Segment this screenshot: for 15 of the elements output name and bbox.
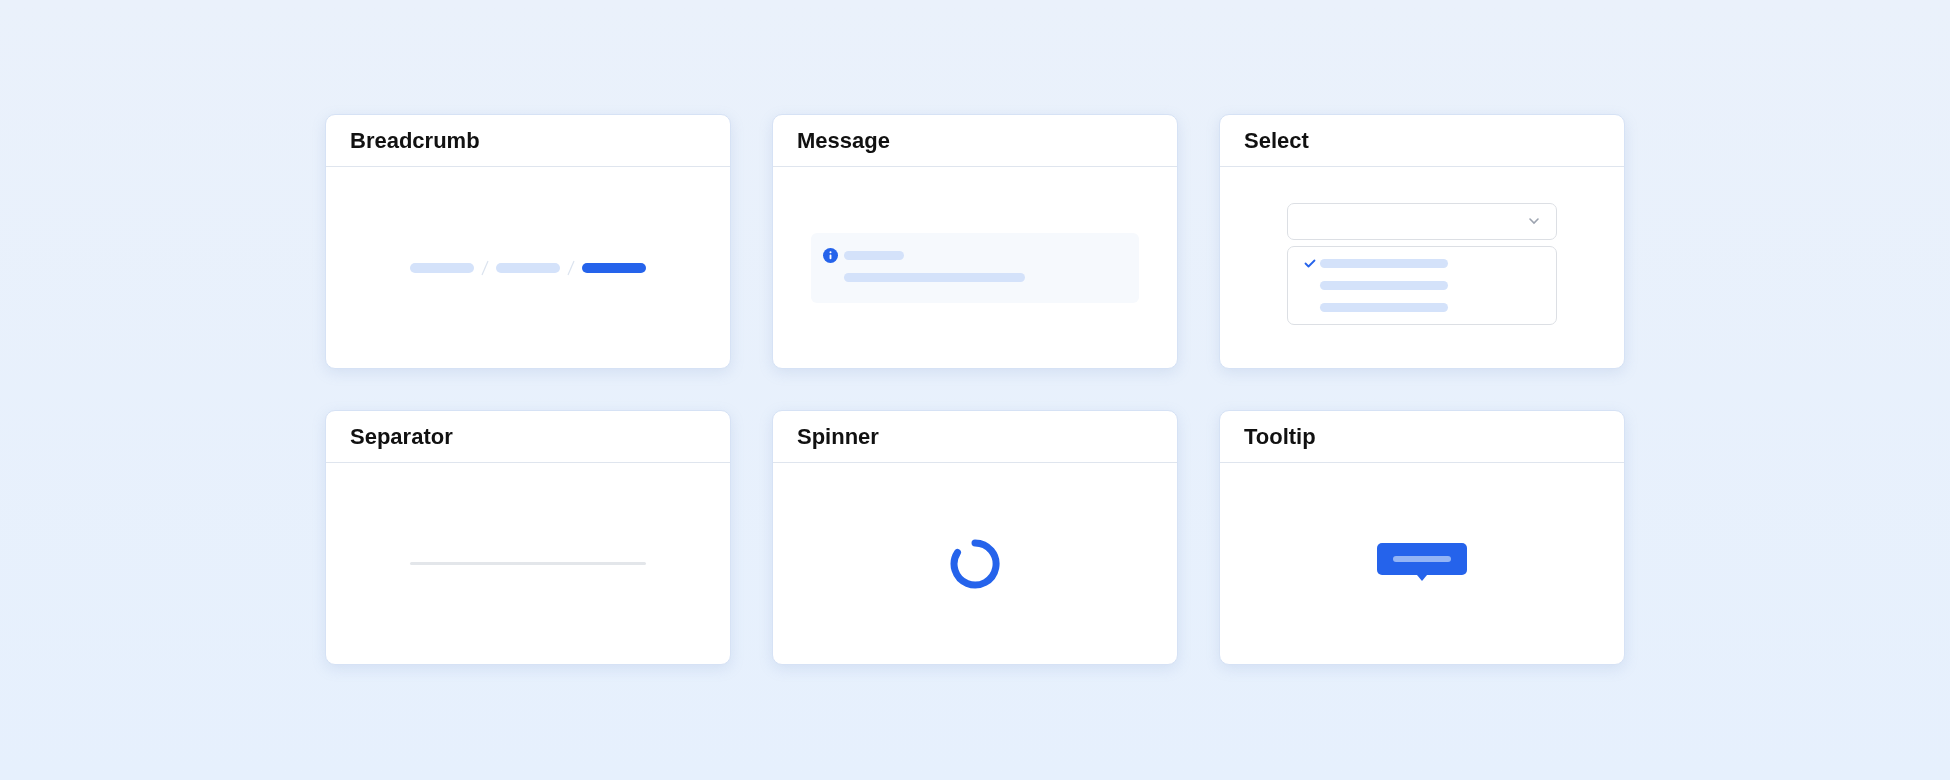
info-icon <box>823 247 838 263</box>
check-icon <box>1304 258 1316 268</box>
slash-icon <box>566 259 576 276</box>
card-title: Message <box>797 127 890 154</box>
card-title: Separator <box>350 423 453 450</box>
card-title: Spinner <box>797 423 879 450</box>
card-title: Breadcrumb <box>350 127 480 154</box>
chevron-down-icon <box>1528 217 1540 225</box>
select-field[interactable] <box>1287 202 1557 240</box>
slash-icon <box>480 259 490 276</box>
breadcrumb-placeholder[interactable] <box>582 262 646 273</box>
card-title: Tooltip <box>1244 423 1316 450</box>
card-title: Select <box>1244 127 1309 154</box>
spinner-icon <box>950 538 1000 589</box>
skeleton-line <box>844 250 904 260</box>
